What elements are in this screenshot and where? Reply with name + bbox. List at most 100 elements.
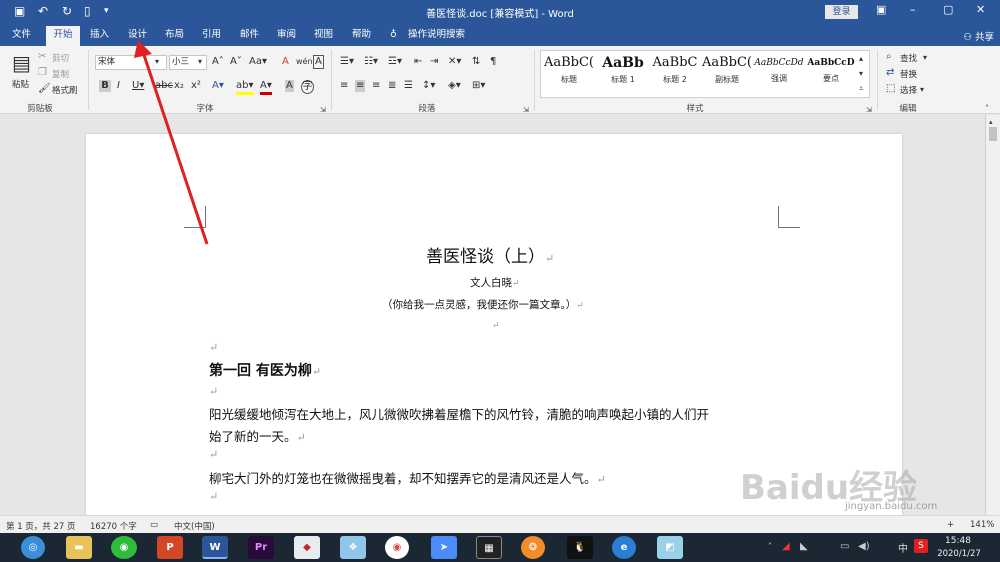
highlight-icon[interactable]: ab▾ bbox=[236, 80, 254, 95]
tab-help[interactable]: 帮助 bbox=[352, 28, 371, 46]
volume-icon[interactable]: ◀) bbox=[858, 541, 870, 552]
app-icon[interactable]: ◩ bbox=[657, 536, 683, 559]
cut-icon[interactable]: ✂ bbox=[38, 51, 46, 63]
increase-indent-icon[interactable]: ⇥ bbox=[430, 56, 438, 68]
line-spacing-icon[interactable]: ↕▾ bbox=[422, 80, 435, 92]
style-strong[interactable]: AaBbCcD 要点 bbox=[805, 55, 857, 84]
char-shading-icon[interactable]: A bbox=[285, 80, 294, 92]
strikethrough-icon[interactable]: abc bbox=[155, 80, 173, 92]
video-app-icon[interactable]: ▦ bbox=[476, 536, 502, 559]
expand-gallery-icon[interactable]: ⩡ bbox=[859, 83, 864, 95]
align-center-icon[interactable]: ≡ bbox=[355, 80, 366, 92]
format-painter-icon[interactable]: 🖌 bbox=[38, 83, 51, 95]
file-explorer-icon[interactable]: ▬ bbox=[66, 536, 92, 559]
ime-icon[interactable]: 中 bbox=[898, 540, 908, 555]
tab-references[interactable]: 引用 bbox=[202, 28, 221, 46]
sort-icon[interactable]: ⇅ bbox=[472, 56, 480, 68]
text-effects-icon[interactable]: A▾ bbox=[212, 80, 224, 92]
style-heading-1[interactable]: AaBb 标题 1 bbox=[597, 55, 649, 85]
find-icon[interactable]: ⌕ bbox=[886, 51, 892, 63]
select-button[interactable]: 选择 bbox=[900, 84, 917, 96]
paragraph-line[interactable]: 始了新的一天。↵ bbox=[209, 426, 306, 445]
document-page[interactable]: 善医怪谈（上）↵ 文人白晓↵ （你给我一点灵感，我便还你一篇文章。）↵ ↵ ↵ … bbox=[86, 134, 902, 515]
clock-date[interactable]: 2020/1/27 bbox=[936, 549, 982, 559]
clock-time[interactable]: 15:48 bbox=[938, 536, 978, 546]
clear-format-icon[interactable]: A bbox=[282, 56, 289, 68]
language[interactable]: 中文(中国) bbox=[174, 520, 215, 532]
start-icon[interactable]: ◎ bbox=[21, 536, 45, 559]
borders-icon[interactable]: ⊞▾ bbox=[472, 80, 485, 92]
word-icon[interactable]: W bbox=[202, 536, 228, 559]
network-icon[interactable]: ▭ bbox=[840, 541, 849, 552]
tab-file[interactable]: 文件 bbox=[12, 28, 31, 46]
tab-home[interactable]: 开始 bbox=[46, 26, 80, 46]
tray-expand-icon[interactable]: ˄ bbox=[768, 542, 772, 551]
sogou-icon[interactable]: S bbox=[914, 539, 928, 553]
document-canvas[interactable]: 善医怪谈（上）↵ 文人白晓↵ （你给我一点灵感，我便还你一篇文章。）↵ ↵ ↵ … bbox=[0, 115, 985, 515]
paragraph-line[interactable]: 柳宅大门外的灯笼也在微微摇曳着，却不知摆弄它的是清风还是人气。↵ bbox=[209, 468, 606, 487]
tab-design[interactable]: 设计 bbox=[128, 28, 147, 46]
proofing-icon[interactable]: ▭ bbox=[150, 520, 158, 530]
decrease-indent-icon[interactable]: ⇤ bbox=[414, 56, 422, 68]
chapter-heading[interactable]: 第一回 有医为柳↵ bbox=[209, 360, 321, 380]
tell-me-search[interactable]: 操作说明搜索 bbox=[408, 28, 465, 46]
share-button[interactable]: ⚇ 共享 bbox=[963, 29, 994, 43]
document-title[interactable]: 善医怪谈（上）↵ bbox=[426, 242, 554, 267]
copy-icon[interactable]: ❐ bbox=[38, 67, 47, 79]
bold-icon[interactable]: B bbox=[99, 80, 111, 92]
font-color-icon[interactable]: A▾ bbox=[260, 80, 272, 95]
paragraph-line[interactable]: 阳光缓缓地倾泻在大地上，风儿微微吹拂着屋檐下的风竹铃，清脆的响声唤起小镇的人们开 bbox=[209, 404, 709, 423]
vertical-scrollbar[interactable]: ▴ bbox=[985, 115, 1000, 515]
scroll-thumb[interactable] bbox=[989, 127, 997, 141]
powerpoint-icon[interactable]: P bbox=[157, 536, 183, 559]
app-icon[interactable]: ◆ bbox=[294, 536, 320, 559]
wechat-icon[interactable]: ◉ bbox=[111, 536, 137, 559]
numbering-icon[interactable]: ☷▾ bbox=[364, 56, 378, 68]
tab-layout[interactable]: 布局 bbox=[165, 28, 184, 46]
chinese-layout-icon[interactable]: ✕▾ bbox=[448, 56, 461, 68]
char-border-icon[interactable]: A bbox=[313, 55, 324, 69]
maximize-icon[interactable]: ▢ bbox=[943, 3, 953, 16]
select-icon[interactable]: ⬚ bbox=[886, 83, 895, 95]
zoom-level[interactable]: 141% bbox=[970, 520, 994, 530]
chrome-icon[interactable]: ◉ bbox=[385, 536, 409, 559]
justify-icon[interactable]: ≣ bbox=[388, 80, 396, 92]
photo-app-icon[interactable]: ❖ bbox=[340, 536, 366, 559]
style-emphasis[interactable]: AaBbCcDd 强调 bbox=[753, 55, 805, 84]
align-right-icon[interactable]: ≡ bbox=[372, 80, 380, 92]
scroll-up-icon[interactable]: ▴ bbox=[859, 53, 863, 65]
minimize-icon[interactable]: – bbox=[910, 3, 916, 16]
close-icon[interactable]: ✕ bbox=[976, 3, 985, 16]
copy-button[interactable]: 复制 bbox=[52, 68, 69, 80]
replace-icon[interactable]: ⇄ bbox=[886, 67, 894, 79]
zoom-in-icon[interactable]: + bbox=[947, 520, 954, 530]
premiere-icon[interactable]: Pr bbox=[248, 536, 274, 559]
tray-icon[interactable]: ◢ bbox=[782, 541, 790, 552]
show-marks-icon[interactable]: ¶ bbox=[490, 56, 496, 68]
superscript-icon[interactable]: x² bbox=[191, 80, 201, 92]
app-icon[interactable]: ❂ bbox=[521, 536, 545, 559]
shrink-font-icon[interactable]: A˅ bbox=[230, 56, 242, 68]
paste-button[interactable]: 粘贴 bbox=[12, 78, 29, 90]
style-title[interactable]: AaBbC(标题 bbox=[543, 55, 595, 85]
italic-icon[interactable]: I bbox=[117, 80, 120, 92]
paste-icon[interactable]: ▤ bbox=[12, 52, 31, 74]
shading-icon[interactable]: ◈▾ bbox=[448, 80, 461, 92]
change-case-icon[interactable]: Aa▾ bbox=[249, 56, 267, 68]
distribute-icon[interactable]: ☰ bbox=[404, 80, 413, 92]
bullets-icon[interactable]: ☰▾ bbox=[340, 56, 354, 68]
scroll-down-icon[interactable]: ▾ bbox=[859, 68, 863, 80]
replace-button[interactable]: 替换 bbox=[900, 68, 917, 80]
multilevel-list-icon[interactable]: ☲▾ bbox=[388, 56, 402, 68]
cut-button[interactable]: 剪切 bbox=[52, 52, 69, 64]
style-heading-2[interactable]: AaBbC 标题 2 bbox=[649, 55, 701, 85]
format-painter-button[interactable]: 格式刷 bbox=[52, 84, 78, 96]
tab-view[interactable]: 视图 bbox=[314, 28, 333, 46]
phonetic-guide-icon[interactable]: wén bbox=[296, 56, 313, 68]
underline-icon[interactable]: U▾ bbox=[132, 80, 144, 92]
grow-font-icon[interactable]: A˄ bbox=[212, 56, 224, 68]
enclose-char-icon[interactable]: 字 bbox=[301, 80, 314, 94]
collapse-ribbon-icon[interactable]: ˄ bbox=[985, 103, 989, 115]
subscript-icon[interactable]: x₂ bbox=[174, 80, 184, 92]
qq-icon[interactable]: 🐧 bbox=[567, 536, 593, 559]
